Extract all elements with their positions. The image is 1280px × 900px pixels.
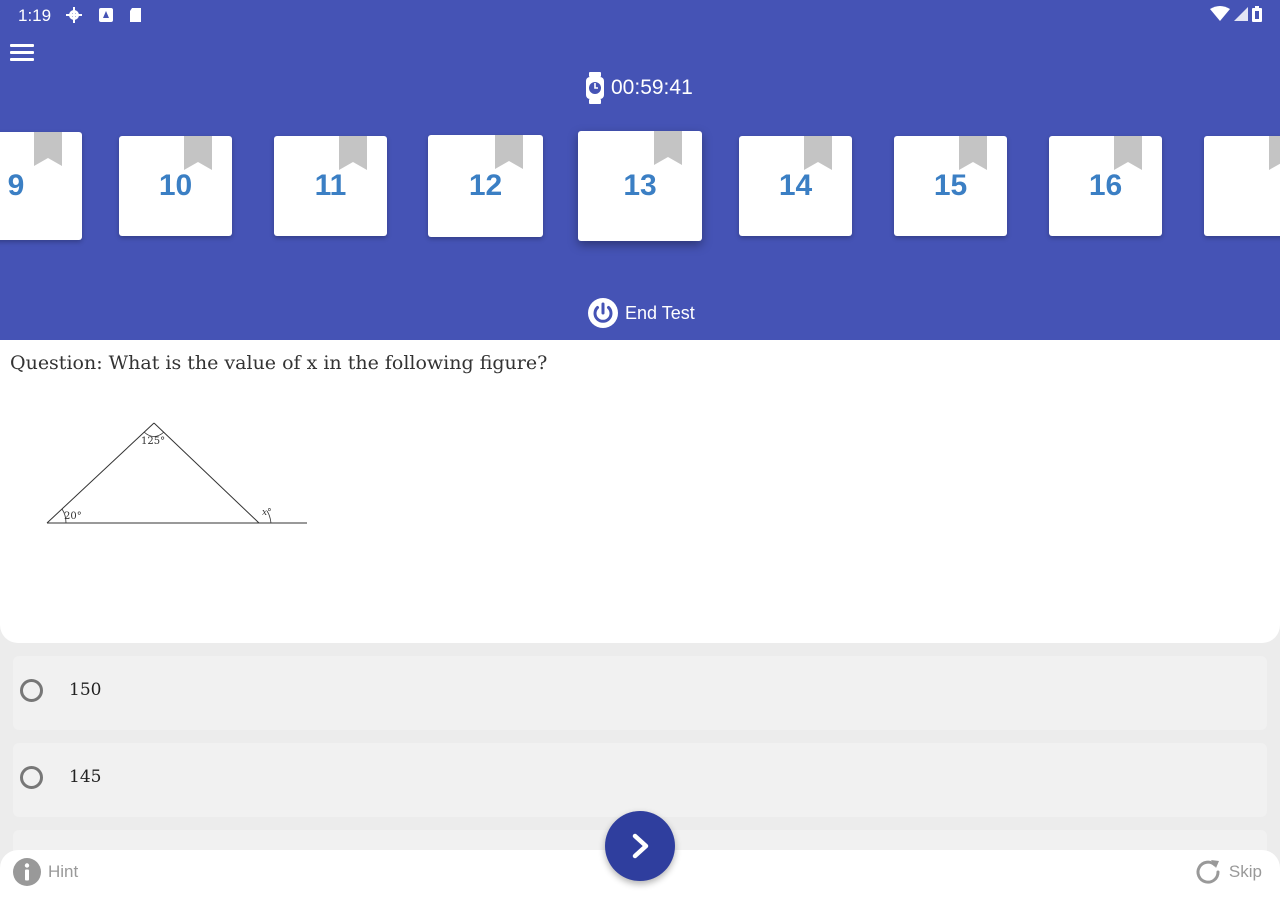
- question-number-16[interactable]: 16: [1049, 136, 1162, 236]
- timer-value: 00:59:41: [611, 76, 693, 99]
- wifi-icon: [1210, 6, 1230, 21]
- stopwatch-icon: [586, 72, 604, 104]
- question-number-label: 12: [468, 169, 503, 202]
- bookmark-icon[interactable]: [1269, 136, 1280, 170]
- skip-icon: [1196, 860, 1220, 884]
- question-number-11[interactable]: 11: [274, 136, 387, 236]
- info-icon: [13, 858, 41, 886]
- question-number-strip: 9 10 11 12 13 14 15 16 17: [0, 128, 1280, 248]
- bookmark-icon[interactable]: [339, 136, 367, 170]
- question-number-12[interactable]: 12: [428, 135, 543, 237]
- settings-icon: [66, 7, 82, 23]
- question-number-13[interactable]: 13: [578, 131, 702, 241]
- option-1[interactable]: 150: [13, 656, 1267, 730]
- status-right-icons: [1210, 6, 1262, 22]
- end-test-label: End Test: [625, 302, 695, 323]
- question-text: Question: What is the value of x in the …: [10, 352, 548, 374]
- chevron-right-icon: [632, 833, 649, 859]
- bookmark-icon[interactable]: [34, 132, 62, 166]
- left-angle-label: 20°: [64, 511, 82, 522]
- question-number-17[interactable]: 17: [1204, 136, 1280, 236]
- sd-card-icon: [130, 8, 141, 22]
- skip-label: Skip: [1228, 862, 1262, 881]
- battery-icon: [1252, 6, 1262, 22]
- timer: 00:59:41: [585, 72, 693, 104]
- question-number-label: 14: [778, 169, 813, 202]
- question-number-label: 15: [933, 169, 968, 202]
- question-number-label: 9: [7, 169, 25, 202]
- hamburger-menu-icon[interactable]: [10, 42, 36, 62]
- next-button[interactable]: [605, 811, 675, 881]
- signal-icon: [1234, 7, 1248, 21]
- bookmark-icon[interactable]: [654, 131, 682, 165]
- power-icon: [588, 298, 618, 328]
- skip-button[interactable]: Skip: [1193, 857, 1262, 887]
- question-number-10[interactable]: 10: [119, 136, 232, 236]
- question-number-label: 11: [314, 169, 347, 202]
- option-1-radio[interactable]: [20, 679, 43, 702]
- status-time: 1:19: [18, 6, 52, 25]
- top-angle-label: 125°: [141, 436, 165, 447]
- triangle-left-side: [46, 422, 155, 524]
- bookmark-icon[interactable]: [1114, 136, 1142, 170]
- question-number-label: 10: [158, 169, 193, 202]
- question-number-label: 16: [1088, 169, 1123, 202]
- option-1-label: 150: [69, 680, 102, 700]
- option-2[interactable]: 145: [13, 743, 1267, 817]
- triangle-right-side: [153, 422, 260, 524]
- question-number-label: 13: [623, 169, 657, 202]
- bookmark-icon[interactable]: [959, 136, 987, 170]
- option-2-radio[interactable]: [20, 766, 43, 789]
- end-test-button[interactable]: End Test: [587, 297, 695, 329]
- notification-icon: [99, 8, 113, 22]
- question-number-15[interactable]: 15: [894, 136, 1007, 236]
- question-number-14[interactable]: 14: [739, 136, 852, 236]
- hint-label: Hint: [48, 862, 79, 881]
- header: 1:19 00:59:41 9 10 11 12 13 14 15 16 End…: [0, 0, 1280, 340]
- exterior-angle-label: x°: [262, 508, 272, 518]
- bookmark-icon[interactable]: [804, 136, 832, 170]
- quiz-screen: 1:19 00:59:41 9 10 11 12 13 14 15 16 End…: [0, 0, 1280, 900]
- bookmark-icon[interactable]: [495, 135, 523, 169]
- option-2-label: 145: [69, 767, 102, 787]
- bookmark-icon[interactable]: [184, 136, 212, 170]
- hint-button[interactable]: Hint: [12, 857, 78, 887]
- question-number-9[interactable]: 9: [0, 132, 82, 240]
- triangle-figure: 125° 20° x°: [46, 422, 307, 524]
- status-bar: 1:19: [0, 0, 1280, 32]
